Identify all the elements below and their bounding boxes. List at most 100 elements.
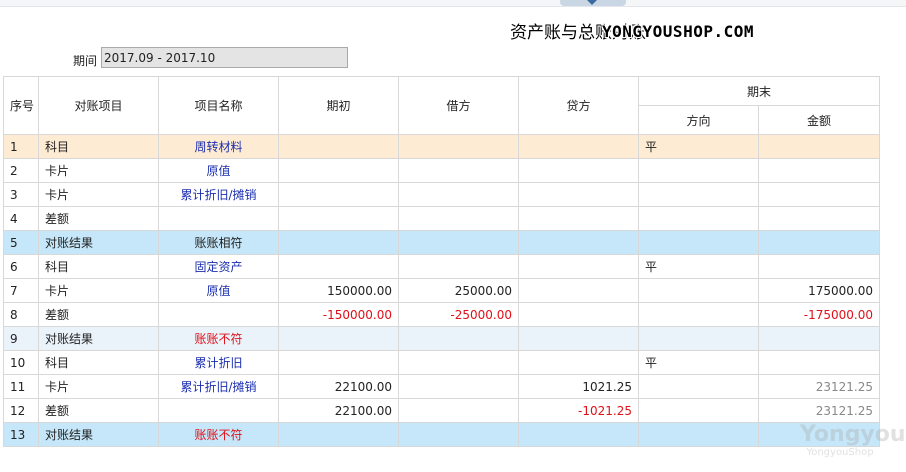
cell-direction <box>638 230 759 255</box>
cell-index: 10 <box>3 350 39 375</box>
cell-index: 1 <box>3 134 39 159</box>
cell-opening <box>278 422 399 447</box>
cell-debit <box>398 374 519 399</box>
corner-watermark: Yongyou YongyouShop <box>800 422 906 464</box>
cell-amount: -175000.00 <box>757 302 881 327</box>
cell-direction <box>638 398 759 423</box>
cell-amount <box>757 230 881 255</box>
table-row[interactable]: 4 差额 <box>3 206 881 231</box>
cell-direction <box>638 206 759 231</box>
header-direction[interactable]: 方向 <box>638 105 759 135</box>
cell-opening: 22100.00 <box>278 374 399 399</box>
cell-name[interactable]: 原值 <box>158 158 279 183</box>
cell-amount <box>757 158 881 183</box>
cell-name[interactable]: 累计折旧/摊销 <box>158 374 279 399</box>
cell-credit <box>518 254 639 279</box>
cell-name[interactable]: 固定资产 <box>158 254 279 279</box>
cell-amount <box>757 206 881 231</box>
table-row[interactable]: 1 科目 周转材料 平 <box>3 134 881 159</box>
cell-credit <box>518 422 639 447</box>
table-row[interactable]: 11 卡片 累计折旧/摊销 22100.00 1021.25 23121.25 <box>3 374 881 399</box>
table-row[interactable]: 2 卡片 原值 <box>3 158 881 183</box>
cell-item: 科目 <box>38 254 159 279</box>
period-label: 期间 <box>73 54 98 68</box>
table-row[interactable]: 3 卡片 累计折旧/摊销 <box>3 182 881 207</box>
cell-opening: 22100.00 <box>278 398 399 423</box>
cell-index: 2 <box>3 158 39 183</box>
cell-opening <box>278 254 399 279</box>
cell-index: 13 <box>3 422 39 447</box>
table-row[interactable]: 8 差额 -150000.00 -25000.00 -175000.00 <box>3 302 881 327</box>
cell-item: 差额 <box>38 302 159 327</box>
cell-opening <box>278 206 399 231</box>
header-opening[interactable]: 期初 <box>278 76 399 135</box>
header-index[interactable]: 序号 <box>3 76 39 135</box>
cell-amount <box>757 326 881 351</box>
cell-name[interactable]: 累计折旧/摊销 <box>158 182 279 207</box>
cell-index: 11 <box>3 374 39 399</box>
cell-debit <box>398 134 519 159</box>
cell-direction: 平 <box>638 254 759 279</box>
cell-item: 差额 <box>38 398 159 423</box>
reconciliation-table: 序号 对账项目 项目名称 期初 借方 贷方 期末 方向 金额 1 科目 周转材料… <box>3 76 881 447</box>
table-row[interactable]: 7 卡片 原值 150000.00 25000.00 175000.00 <box>3 278 881 303</box>
cell-direction <box>638 278 759 303</box>
period-input[interactable] <box>101 47 348 68</box>
cell-debit <box>398 206 519 231</box>
cell-item: 卡片 <box>38 278 159 303</box>
cell-name[interactable]: 原值 <box>158 278 279 303</box>
cell-debit: 25000.00 <box>398 278 519 303</box>
table-row[interactable]: 13 对账结果 账账不符 <box>3 422 881 447</box>
cell-debit <box>398 230 519 255</box>
cell-direction <box>638 422 759 447</box>
table-row[interactable]: 6 科目 固定资产 平 <box>3 254 881 279</box>
cell-name[interactable]: 累计折旧 <box>158 350 279 375</box>
cell-opening <box>278 182 399 207</box>
cell-credit <box>518 158 639 183</box>
header-amount[interactable]: 金额 <box>757 105 881 135</box>
cell-result: 账账相符 <box>158 230 279 255</box>
header-row: 序号 对账项目 项目名称 期初 借方 贷方 期末 <box>3 76 881 135</box>
cell-index: 5 <box>3 230 39 255</box>
cell-direction <box>638 182 759 207</box>
cell-debit: -25000.00 <box>398 302 519 327</box>
watermark-text: YONGYOUSHOP.COM <box>602 22 754 41</box>
table-row[interactable]: 12 差额 22100.00 -1021.25 23121.25 <box>3 398 881 423</box>
cell-opening <box>278 326 399 351</box>
cell-opening: 150000.00 <box>278 278 399 303</box>
cell-amount <box>757 254 881 279</box>
cell-item: 对账结果 <box>38 230 159 255</box>
cell-result: 账账不符 <box>158 422 279 447</box>
cell-direction: 平 <box>638 134 759 159</box>
header-item[interactable]: 对账项目 <box>38 76 159 135</box>
cell-credit <box>518 230 639 255</box>
header-debit[interactable]: 借方 <box>398 76 519 135</box>
cell-index: 3 <box>3 182 39 207</box>
cell-amount: 175000.00 <box>757 278 881 303</box>
header-credit[interactable]: 贷方 <box>518 76 639 135</box>
cell-name <box>158 302 279 327</box>
cell-item: 对账结果 <box>38 326 159 351</box>
chevron-down-icon[interactable] <box>587 0 597 5</box>
cell-credit: 1021.25 <box>518 374 639 399</box>
corner-watermark-logo: Yongyou <box>800 422 906 447</box>
cell-credit <box>518 350 639 375</box>
table-row[interactable]: 10 科目 累计折旧 平 <box>3 350 881 375</box>
cell-debit <box>398 422 519 447</box>
header-ending[interactable]: 期末 <box>637 76 881 106</box>
table-row[interactable]: 9 对账结果 账账不符 <box>3 326 881 351</box>
cell-item: 科目 <box>38 134 159 159</box>
cell-opening <box>278 158 399 183</box>
cell-direction <box>638 302 759 327</box>
cell-amount <box>757 182 881 207</box>
cell-amount: 23121.25 <box>757 374 881 399</box>
cell-credit <box>518 302 639 327</box>
header-name[interactable]: 项目名称 <box>158 76 279 135</box>
table-row[interactable]: 5 对账结果 账账相符 <box>3 230 881 255</box>
cell-name[interactable]: 周转材料 <box>158 134 279 159</box>
cell-index: 8 <box>3 302 39 327</box>
cell-opening <box>278 230 399 255</box>
cell-index: 6 <box>3 254 39 279</box>
cell-credit <box>518 326 639 351</box>
cell-credit <box>518 134 639 159</box>
